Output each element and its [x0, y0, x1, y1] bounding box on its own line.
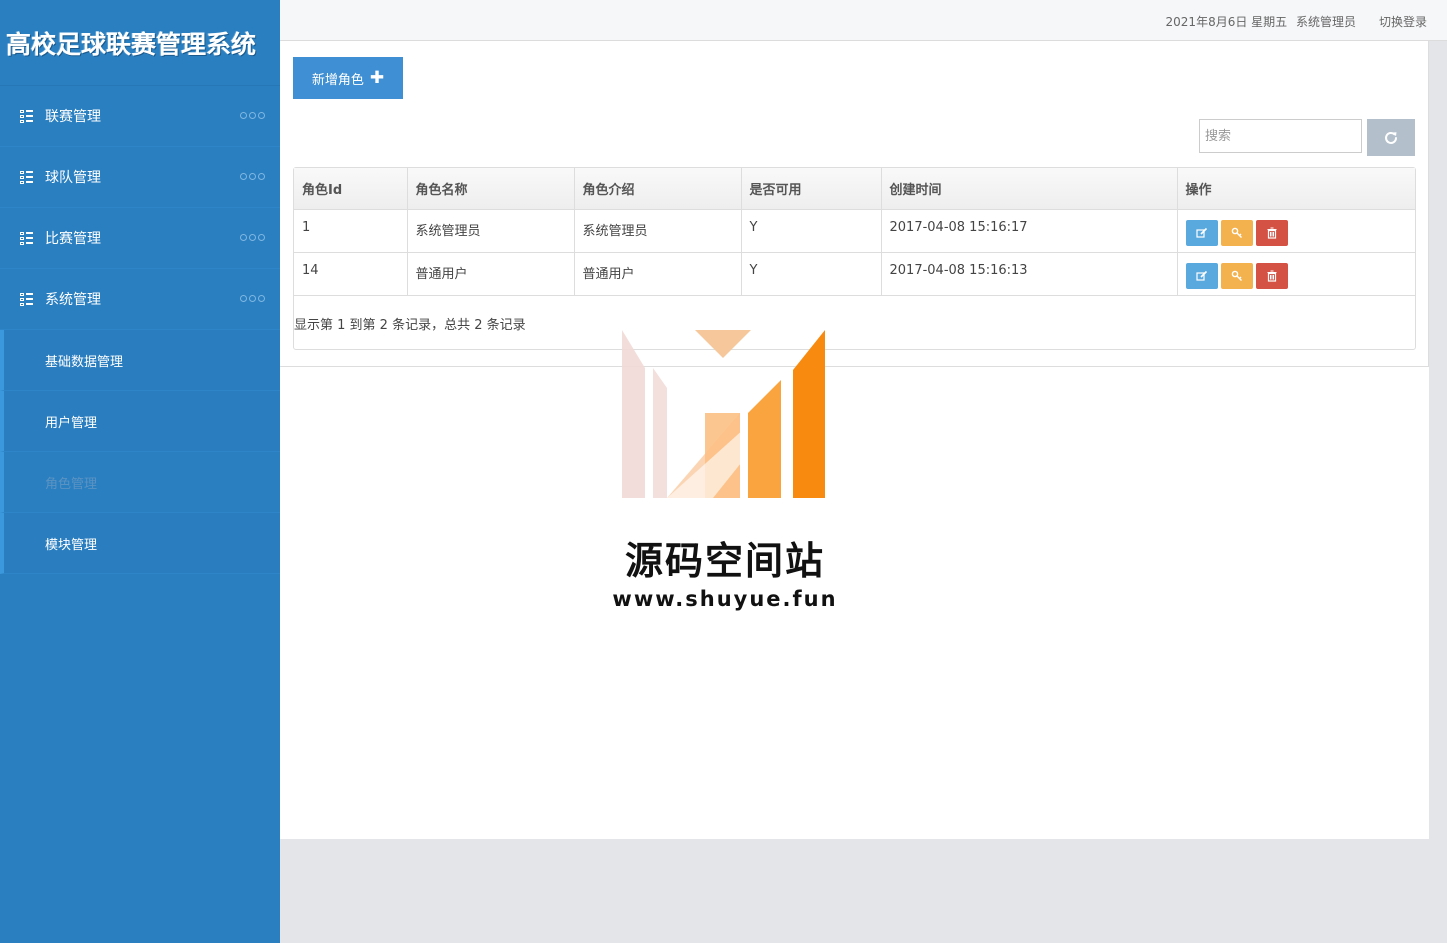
list-icon — [20, 292, 34, 306]
sidebar-subitem-modules[interactable]: 模块管理 — [0, 513, 280, 574]
current-user: 系统管理员 — [1295, 15, 1356, 29]
cell-name: 系统管理员 — [407, 209, 575, 253]
cell-enabled: Y — [741, 209, 882, 253]
sidebar-item-match[interactable]: 比赛管理 — [0, 208, 280, 269]
delete-button[interactable] — [1255, 219, 1288, 246]
cell-name: 普通用户 — [407, 252, 575, 296]
column-header: 操作 — [1177, 168, 1415, 210]
watermark-title: 源码空间站 — [624, 539, 825, 583]
column-header[interactable]: 创建时间 — [881, 168, 1178, 210]
sidebar-item-label: 联赛管理 — [45, 109, 101, 125]
sidebar-item-label: 系统管理 — [45, 292, 101, 308]
list-icon — [20, 231, 34, 245]
cell-id: 14 — [294, 252, 408, 296]
watermark-url: www.shuyue.fun — [612, 587, 838, 611]
table-header-row: 角色Id 角色名称 角色介绍 是否可用 创建时间 操作 — [294, 168, 1415, 210]
sidebar-item-label: 比赛管理 — [45, 231, 101, 247]
plus-icon: ✚ — [369, 67, 385, 88]
pagination-info: 显示第 1 到第 2 条记录，总共 2 条记录 — [294, 318, 526, 333]
expand-dots-icon — [240, 112, 265, 119]
sidebar-item-label: 球队管理 — [45, 170, 101, 186]
sidebar-subitem-label: 用户管理 — [45, 415, 98, 431]
app-logo-title: 高校足球联赛管理系统 — [0, 0, 280, 86]
expand-dots-icon — [240, 234, 265, 241]
expand-dots-icon — [240, 295, 265, 302]
sidebar-item-team[interactable]: 球队管理 — [0, 147, 280, 208]
column-header[interactable]: 角色介绍 — [574, 168, 742, 210]
edit-icon — [1195, 227, 1207, 238]
edit-button[interactable] — [1185, 219, 1218, 246]
permission-button[interactable] — [1220, 262, 1253, 289]
main-content: 新增角色 ✚ 角色Id 角色名称 角色介绍 是否可用 创建时间 操作 — [280, 41, 1429, 839]
trash-icon — [1267, 270, 1276, 282]
cell-created: 2017-04-08 15:16:13 — [881, 252, 1178, 296]
expand-dots-icon — [240, 173, 265, 180]
search-input[interactable] — [1199, 119, 1362, 153]
cell-actions — [1177, 209, 1415, 253]
cell-enabled: Y — [741, 252, 882, 296]
column-header[interactable]: 是否可用 — [741, 168, 882, 210]
cell-id: 1 — [294, 209, 408, 253]
sidebar-item-league[interactable]: 联赛管理 — [0, 86, 280, 147]
add-role-label: 新增角色 — [311, 72, 364, 88]
key-icon — [1231, 227, 1242, 238]
edit-icon — [1195, 270, 1207, 281]
sidebar: 高校足球联赛管理系统 联赛管理 球队管理 比赛管理 系统管理 基础数据管理 用户… — [0, 0, 280, 943]
refresh-button[interactable] — [1367, 119, 1415, 156]
key-icon — [1231, 270, 1242, 281]
list-icon — [20, 109, 34, 123]
top-bar: 2021年8月6日 星期五 系统管理员 切换登录 — [280, 0, 1447, 41]
table-row: 1 系统管理员 系统管理员 Y 2017-04-08 15:16:17 — [294, 209, 1415, 253]
current-date: 2021年8月6日 星期五 — [1165, 15, 1288, 29]
switch-login-link[interactable]: 切换登录 — [1379, 13, 1427, 30]
sidebar-subitem-basic-data[interactable]: 基础数据管理 — [0, 330, 280, 391]
refresh-icon — [1385, 131, 1397, 144]
sidebar-item-system[interactable]: 系统管理 — [0, 269, 280, 330]
sidebar-subitem-users[interactable]: 用户管理 — [0, 391, 280, 452]
cell-intro: 系统管理员 — [574, 209, 742, 253]
list-icon — [20, 170, 34, 184]
delete-button[interactable] — [1255, 262, 1288, 289]
trash-icon — [1267, 227, 1276, 239]
sidebar-subitem-label: 模块管理 — [45, 537, 98, 553]
permission-button[interactable] — [1220, 219, 1253, 246]
add-role-button[interactable]: 新增角色 ✚ — [293, 57, 403, 99]
user-info: 2021年8月6日 星期五 系统管理员 — [1166, 13, 1356, 30]
cell-actions — [1177, 252, 1415, 296]
column-header[interactable]: 角色Id — [294, 168, 408, 210]
cell-created: 2017-04-08 15:16:17 — [881, 209, 1178, 253]
sidebar-subitem-label: 基础数据管理 — [45, 354, 124, 370]
table-row: 14 普通用户 普通用户 Y 2017-04-08 15:16:13 — [294, 252, 1415, 296]
sidebar-subitem-label: 角色管理 — [45, 476, 98, 492]
edit-button[interactable] — [1185, 262, 1218, 289]
cell-intro: 普通用户 — [574, 252, 742, 296]
column-header[interactable]: 角色名称 — [407, 168, 575, 210]
sidebar-subitem-roles[interactable]: 角色管理 — [0, 452, 280, 513]
roles-table: 角色Id 角色名称 角色介绍 是否可用 创建时间 操作 1 系统管理员 系统管理… — [293, 167, 1416, 350]
